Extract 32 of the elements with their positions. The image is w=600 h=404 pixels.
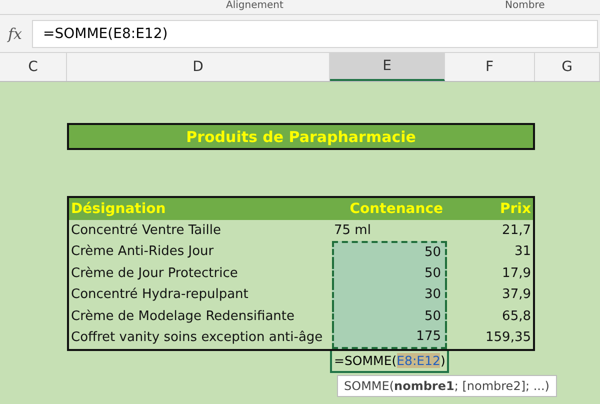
column-header[interactable]: F	[445, 53, 535, 81]
table-cell: 175	[332, 327, 447, 348]
column-heading: Désignation	[70, 200, 167, 217]
column-header[interactable]: G	[535, 53, 600, 81]
table-cell-text: Crème Anti-Rides Jour	[70, 244, 215, 260]
column-heading: Prix	[499, 200, 532, 217]
function-tooltip: SOMME(nombre1; [nombre2]; ...)	[337, 374, 556, 396]
table-cell-text: 31	[513, 244, 532, 260]
table-cell: 30	[332, 284, 447, 306]
table-cell-text: 65,8	[501, 308, 532, 324]
table-cell-text: 37,9	[501, 287, 532, 302]
ribbon-group-label: Alignement	[226, 0, 284, 12]
table-cell-text: 21,7	[501, 222, 532, 238]
table-cell-text: 17,9	[501, 266, 532, 281]
table-cell-text: Crème de Modelage Redensifiante	[70, 308, 296, 324]
table-cell: 50	[332, 306, 447, 327]
table-cell-text: 75 ml	[333, 222, 372, 240]
table-cell-text: Crème de Jour Protectrice	[70, 266, 239, 281]
table-cell-text: Concentré Ventre Taille	[70, 222, 222, 238]
ribbon-group-label: Nombre	[505, 0, 545, 12]
cell-editor[interactable]: =SOMME(E8:E12)	[330, 350, 450, 372]
column-header[interactable]: C	[0, 53, 67, 81]
table-cell: 50	[332, 241, 447, 262]
function-icon[interactable]: fx	[2, 24, 28, 42]
table-cell-text: Coffret vanity soins exception anti-âge	[70, 330, 324, 346]
formula-input[interactable]: =SOMME(E8:E12)	[32, 20, 598, 48]
column-heading: Contenance	[348, 200, 444, 219]
table-cell: 50	[332, 262, 447, 284]
column-header[interactable]: E	[330, 53, 445, 81]
table-title: Produits de Parapharmacie	[67, 123, 535, 150]
table-cell-text: 159,35	[484, 330, 532, 346]
table-cell-text: Concentré Hydra-repulpant	[70, 287, 250, 302]
